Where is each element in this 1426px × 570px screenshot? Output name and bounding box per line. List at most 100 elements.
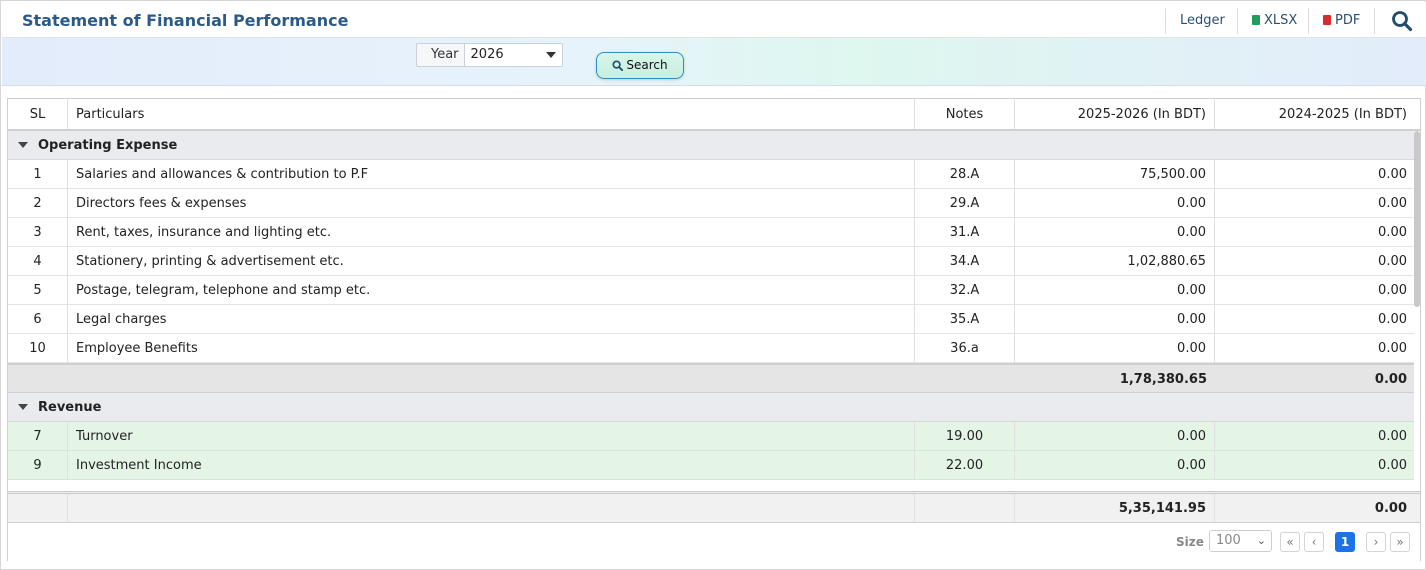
year-select[interactable]: 2026 [463,44,562,66]
cell-notes: 31.A [915,218,1015,246]
xlsx-export-button[interactable]: XLSX [1237,8,1308,34]
filter-bar: Year 2026 Search [2,38,1426,86]
pdf-label: PDF [1335,13,1361,28]
table-row[interactable]: 7 Turnover 19.00 0.00 0.00 [8,422,1414,451]
grand-total-notes-cell [915,494,1015,522]
cell-sl: 7 [8,422,68,450]
column-header-particulars[interactable]: Particulars [68,99,915,129]
column-header-previous-year[interactable]: 2024-2025 (In BDT) [1215,99,1415,129]
page-size-value: 100 [1216,533,1241,548]
table-row[interactable]: 4 Stationery, printing & advertisement e… [8,247,1414,276]
cell-sl: 9 [8,451,68,479]
cell-particulars: Employee Benefits [68,334,915,362]
collapse-triangle-icon[interactable] [18,142,28,148]
cell-current-year: 1,02,880.65 [1015,247,1215,275]
group-header-operating-expense[interactable]: Operating Expense [8,131,1414,160]
cell-current-year: 0.00 [1015,422,1215,450]
cell-particulars: Investment Income [68,451,915,479]
cell-current-year: 0.00 [1015,334,1215,362]
cell-notes: 19.00 [915,422,1015,450]
cell-previous-year: 0.00 [1378,254,1407,269]
cell-notes: 35.A [915,305,1015,333]
cell-previous-year: 0.00 [1378,196,1407,211]
financial-table: SL Particulars Notes 2025-2026 (In BDT) … [7,98,1421,561]
cell-sl: 1 [8,160,68,188]
ledger-label: Ledger [1180,13,1225,28]
grand-total-current-year: 5,35,141.95 [1015,494,1215,522]
page-size-select[interactable]: 100 ⌄ [1209,530,1272,552]
pdf-icon [1323,15,1331,25]
chevron-down-icon: ⌄ [1256,534,1266,547]
grand-total-row: 5,35,141.95 0.00 [8,491,1420,523]
table-row[interactable]: 10 Employee Benefits 36.a 0.00 0.00 [8,334,1414,363]
column-header-sl[interactable]: SL [8,99,68,129]
year-label: Year [431,47,459,62]
cell-particulars: Stationery, printing & advertisement etc… [68,247,915,275]
cell-previous-year: 0.00 [1378,283,1407,298]
column-header-current-year[interactable]: 2025-2026 (In BDT) [1015,99,1215,129]
cell-previous-year: 0.00 [1378,312,1407,327]
search-icon [612,60,624,71]
page-size-label: Size [1176,535,1204,549]
table-row[interactable]: 2 Directors fees & expenses 29.A 0.00 0.… [8,189,1414,218]
table-row[interactable]: 1 Salaries and allowances & contribution… [8,160,1414,189]
cell-current-year: 0.00 [1015,189,1215,217]
table-row[interactable]: 9 Investment Income 22.00 0.00 0.00 [8,451,1414,480]
page-title: Statement of Financial Performance [22,11,349,30]
cell-previous-year: 0.00 [1378,458,1407,473]
cell-particulars: Legal charges [68,305,915,333]
cell-notes: 36.a [915,334,1015,362]
cell-particulars: Rent, taxes, insurance and lighting etc. [68,218,915,246]
group-label: Operating Expense [38,138,178,153]
cell-particulars: Turnover [68,422,915,450]
next-page-button[interactable]: › [1366,532,1386,552]
last-page-button[interactable]: » [1390,532,1410,552]
chevron-down-icon [545,52,556,58]
cell-sl: 10 [8,334,68,362]
group-header-revenue[interactable]: Revenue [8,393,1414,422]
cell-notes: 29.A [915,189,1015,217]
table-row[interactable]: 6 Legal charges 35.A 0.00 0.00 [8,305,1414,334]
header-search-button[interactable] [1374,8,1426,34]
vertical-scrollbar[interactable] [1414,131,1420,307]
grand-total-previous-year: 0.00 [1374,501,1407,516]
pagination-bar: Size 100 ⌄ « ‹ 1 › » [8,523,1420,561]
ledger-button[interactable]: Ledger [1165,8,1237,34]
column-header-notes[interactable]: Notes [915,99,1015,129]
cell-previous-year: 0.00 [1378,225,1407,240]
search-icon [1392,11,1413,32]
cell-notes: 32.A [915,276,1015,304]
first-page-button[interactable]: « [1280,532,1300,552]
table-row[interactable]: 3 Rent, taxes, insurance and lighting et… [8,218,1414,247]
collapse-triangle-icon[interactable] [18,404,28,410]
year-value: 2026 [470,47,504,62]
group-total-previous-year: 0.00 [1374,372,1407,387]
table-row[interactable]: 5 Postage, telegram, telephone and stamp… [8,276,1414,305]
cell-sl: 4 [8,247,68,275]
cell-particulars: Salaries and allowances & contribution t… [68,160,915,188]
grand-total-particulars-cell [68,494,915,522]
cell-current-year: 0.00 [1015,451,1215,479]
cell-sl: 6 [8,305,68,333]
grand-total-sl-cell [8,494,68,522]
group-total-row: 1,78,380.65 0.00 [8,363,1414,393]
cell-current-year: 0.00 [1015,276,1215,304]
header-bar: Statement of Financial Performance Ledge… [2,2,1426,38]
cell-sl: 5 [8,276,68,304]
cell-particulars: Directors fees & expenses [68,189,915,217]
page-button-current[interactable]: 1 [1335,532,1355,552]
cell-notes: 28.A [915,160,1015,188]
search-button-label: Search [626,58,668,72]
pdf-export-button[interactable]: PDF [1308,8,1374,34]
cell-sl: 2 [8,189,68,217]
cell-sl: 3 [8,218,68,246]
search-button[interactable]: Search [596,52,684,79]
cell-current-year: 75,500.00 [1015,160,1215,188]
cell-previous-year: 0.00 [1378,429,1407,444]
group-total-current-year: 1,78,380.65 [1119,372,1207,387]
year-filter: Year 2026 [416,43,563,67]
xlsx-icon [1252,15,1260,25]
cell-current-year: 0.00 [1015,305,1215,333]
cell-previous-year: 0.00 [1378,341,1407,356]
prev-page-button[interactable]: ‹ [1304,532,1324,552]
